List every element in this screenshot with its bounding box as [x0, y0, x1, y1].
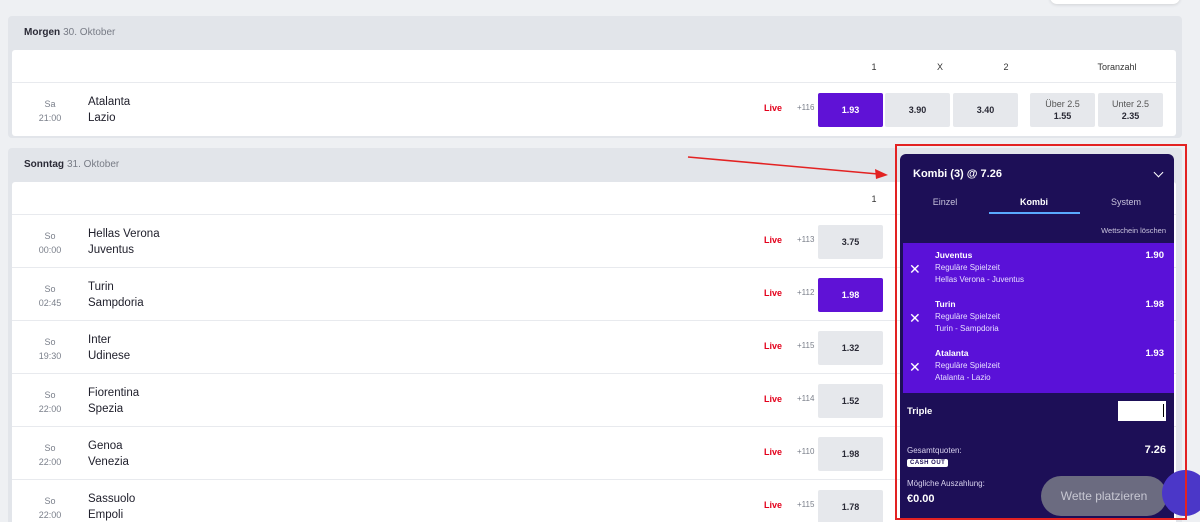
col-header-1: 1: [871, 62, 877, 72]
match-datetime: So 00:00: [32, 229, 68, 257]
day-date: 30. Oktober: [63, 26, 116, 38]
home-team: Genoa: [88, 440, 123, 452]
match-row[interactable]: Sa 21:00 Atalanta Lazio Live +116 1.93 3…: [12, 84, 1176, 136]
home-team: Inter: [88, 334, 112, 346]
match-time: 19:30: [38, 351, 62, 361]
match-teams[interactable]: Atalanta Lazio: [88, 94, 130, 126]
live-badge: Live: [764, 235, 783, 245]
live-badge: Live: [764, 447, 783, 457]
match-time: 00:00: [38, 245, 62, 255]
over-odd: 1.55: [1053, 111, 1072, 121]
match-day: So: [44, 231, 56, 241]
match-teams[interactable]: Hellas Verona Juventus: [88, 226, 160, 258]
match-teams[interactable]: Turin Sampdoria: [88, 279, 144, 311]
live-badge: Live: [764, 394, 783, 404]
match-time: 21:00: [38, 113, 62, 123]
live-badge: Live: [764, 288, 783, 298]
match-time: 22:00: [38, 457, 62, 467]
match-datetime: Sa 21:00: [32, 97, 68, 125]
away-team: Juventus: [88, 244, 135, 256]
away-team: Lazio: [88, 112, 116, 124]
col-header-toranzahl: Toranzahl: [1097, 62, 1137, 72]
col-header-2: 2: [1003, 62, 1009, 72]
match-day: So: [44, 496, 56, 506]
annotation-highlight-box: [895, 144, 1187, 520]
match-datetime: So 02:45: [32, 282, 68, 310]
odd-button-1[interactable]: 1.52: [818, 384, 883, 418]
away-team: Udinese: [88, 350, 131, 362]
live-badge: Live: [764, 341, 783, 351]
match-day: So: [44, 390, 56, 400]
more-markets-link[interactable]: +112: [797, 288, 814, 297]
away-team: Empoli: [88, 509, 124, 521]
day-label: Morgen: [24, 26, 61, 38]
day-section-morgen: Morgen 30. Oktober 1 X 2 Toranzahl Sa 21…: [8, 16, 1182, 138]
match-time: 02:45: [38, 298, 62, 308]
away-team: Sampdoria: [88, 297, 144, 309]
home-team: Fiorentina: [88, 387, 140, 399]
match-teams[interactable]: Fiorentina Spezia: [88, 385, 139, 417]
more-markets-link[interactable]: +110: [797, 447, 814, 456]
under-odd: 2.35: [1121, 111, 1140, 121]
more-markets-link[interactable]: +115: [797, 500, 814, 509]
day-label: Sonntag: [24, 158, 64, 170]
home-team: Hellas Verona: [88, 228, 160, 240]
odd-button-1[interactable]: 1.78: [818, 490, 883, 522]
live-badge: Live: [764, 500, 783, 510]
over-label: Über 2.5: [1045, 99, 1080, 109]
col-header-x: X: [936, 62, 943, 72]
odd-button-1[interactable]: 1.98: [818, 437, 883, 471]
match-day: So: [44, 284, 56, 294]
home-team: Sassuolo: [88, 493, 136, 505]
away-team: Spezia: [88, 403, 124, 415]
day-header: Morgen 30. Oktober: [8, 16, 1182, 48]
away-team: Venezia: [88, 456, 129, 468]
under-label: Unter 2.5: [1111, 99, 1150, 109]
odd-button-under[interactable]: Unter 2.5 2.35: [1098, 93, 1163, 127]
match-time: 22:00: [38, 404, 62, 414]
home-team: Atalanta: [88, 96, 131, 108]
match-day: Sa: [44, 99, 56, 109]
odd-button-x[interactable]: 3.90: [885, 93, 950, 127]
odd-button-1[interactable]: 3.75: [818, 225, 883, 259]
live-badge: Live: [764, 103, 783, 113]
more-markets-link[interactable]: +116: [797, 103, 814, 112]
odd-button-1[interactable]: 1.98: [818, 278, 883, 312]
more-markets-link[interactable]: +115: [797, 341, 814, 350]
home-team: Turin: [88, 281, 114, 293]
odd-button-1[interactable]: 1.32: [818, 331, 883, 365]
match-datetime: So 22:00: [32, 441, 68, 469]
match-teams[interactable]: Sassuolo Empoli: [88, 491, 135, 522]
top-search-pill[interactable]: [1050, 0, 1180, 4]
more-markets-link[interactable]: +114: [797, 394, 814, 403]
match-time: 22:00: [38, 510, 62, 520]
day-date: 31. Oktober: [67, 158, 120, 170]
match-datetime: So 22:00: [32, 494, 68, 522]
odd-button-over[interactable]: Über 2.5 1.55: [1030, 93, 1095, 127]
match-teams[interactable]: Genoa Venezia: [88, 438, 129, 470]
odds-header-row: 1 X 2 Toranzahl: [12, 50, 1176, 83]
match-datetime: So 22:00: [32, 388, 68, 416]
match-teams[interactable]: Inter Udinese: [88, 332, 130, 364]
match-datetime: So 19:30: [32, 335, 68, 363]
odd-button-1[interactable]: 1.93: [818, 93, 883, 127]
odd-button-2[interactable]: 3.40: [953, 93, 1018, 127]
match-day: So: [44, 337, 56, 347]
match-card: 1 X 2 Toranzahl Sa 21:00 Atalanta Lazio …: [12, 50, 1176, 136]
more-markets-link[interactable]: +113: [797, 235, 814, 244]
match-day: So: [44, 443, 56, 453]
